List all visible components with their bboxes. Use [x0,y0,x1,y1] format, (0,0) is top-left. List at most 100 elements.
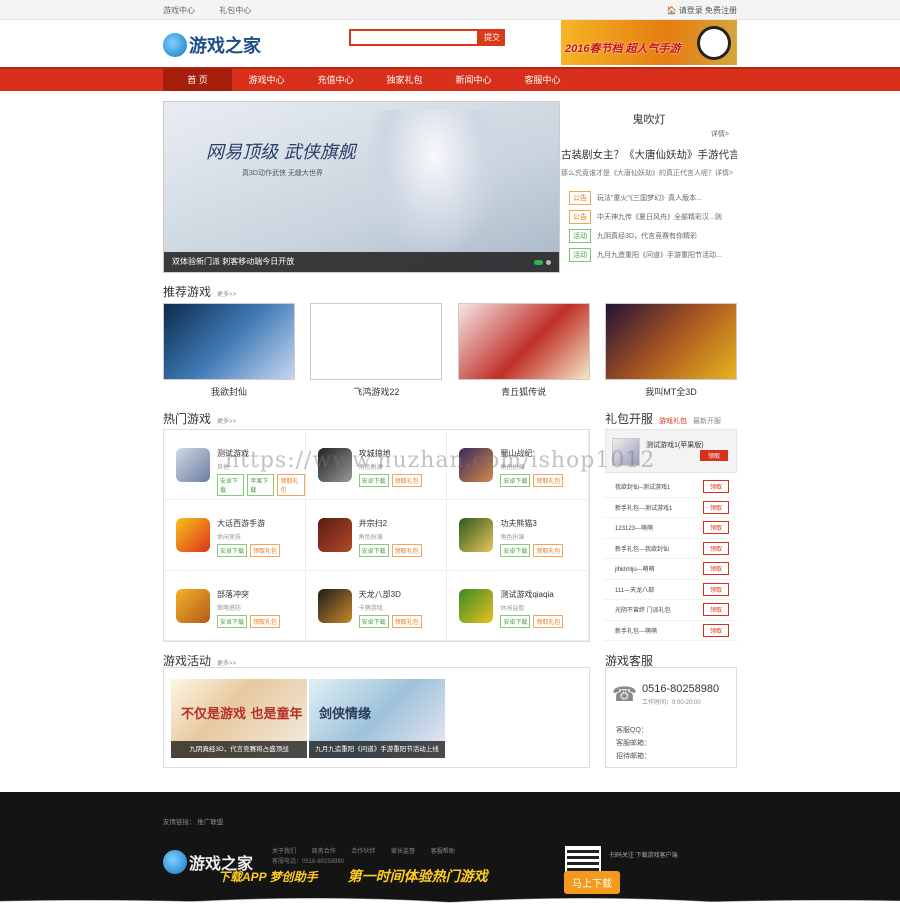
gift-item: 新手礼包---我欲封仙 领取 [605,539,737,559]
gift-item-name[interactable]: 我欲封仙--测试游戏1 [615,482,670,491]
game-icon[interactable] [459,518,494,553]
gift-claim-button[interactable]: 领取 [702,582,729,596]
game-icon[interactable] [317,588,352,623]
gift-item: 新手礼包---萌萌 领取 [605,621,737,641]
hot-more-link[interactable]: 更多>> [217,419,236,425]
gift-item-name[interactable]: 111---天龙八部 [615,585,654,594]
android-download-button[interactable]: 安卓下载 [500,474,531,487]
recommend-card[interactable]: 我欲封仙 [163,303,295,398]
android-download-button[interactable]: 安卓下载 [500,544,531,558]
gift-button[interactable]: 领取礼包 [250,614,281,628]
nav-home[interactable]: 首 页 [163,69,232,91]
news-item[interactable]: 活动 九月九造重阳《问道》手游重阳节活动... [569,245,737,264]
news-more-link[interactable]: 详情> [711,129,729,139]
recommend-card[interactable]: 青丘狐传说 [457,303,590,398]
game-name[interactable]: 测试游戏qiaqia [500,589,588,600]
feature-slider[interactable]: 网易顶级 武侠旗舰 真3D动作武侠 无缝大世界 双体验新门派 刺客移动端今日开放 [163,101,560,273]
android-download-button[interactable]: 安卓下载 [358,474,389,487]
gift-claim-button[interactable]: 领取 [702,521,729,535]
activity-caption: 九阴真经3D，代言竞赛将占盛顶战 [171,741,307,758]
gift-item-name[interactable]: 新手礼包---测试游戏1 [615,503,672,512]
slider-dots[interactable] [534,260,551,265]
topbar-link-gifts[interactable]: 礼包中心 [219,6,251,15]
gift-item-name[interactable]: jlhkhhljo---萌萌 [615,564,655,573]
gift-button[interactable]: 领取礼包 [533,544,564,558]
nav-news[interactable]: 新闻中心 [439,69,508,91]
game-name[interactable]: 功夫熊猫3 [500,518,588,529]
gift-item-name[interactable]: 光阴不曾终 门派礼包 [615,605,671,614]
search-button[interactable]: 提交 [479,29,505,46]
nav-game-center[interactable]: 游戏中心 [232,69,301,91]
gift-claim-button[interactable]: 领取 [702,562,729,576]
slider-dot-active[interactable] [534,260,543,265]
news-text: 九月九造重阳《问道》手游重阳节活动... [597,251,722,259]
tab-game-gifts[interactable]: 游戏礼包 [659,418,687,425]
gift-claim-button[interactable]: 领取 [702,623,729,637]
gift-button[interactable]: 领取礼包 [391,474,422,487]
top-ad-banner[interactable]: 2016春节档 超人气手游 [561,20,737,65]
gift-claim-button[interactable]: 领取 [702,480,729,494]
gift-item-name[interactable]: 123123---萌萌 [615,523,653,532]
service-title: 游戏客服 [605,654,654,668]
android-download-button[interactable]: 安卓下载 [217,614,248,628]
game-icon[interactable] [459,588,494,623]
recommend-more-link[interactable]: 更多>> [217,292,236,298]
ios-download-button[interactable]: 苹果下载 [247,474,275,496]
gift-button[interactable]: 领取礼包 [533,474,564,487]
android-download-button[interactable]: 安卓下载 [217,544,248,558]
news-item[interactable]: 公告 玩法“重火”《三国梦幻》真人版本... [569,188,737,207]
hot-game-item: 大话西游手游 休闲竞技 安卓下载 领取礼包 [164,500,306,571]
nav-gifts[interactable]: 独家礼包 [370,69,439,91]
gift-claim-button[interactable]: 领取 [699,450,728,461]
footer-link[interactable]: 家长监督 [391,849,415,855]
game-icon[interactable] [317,518,352,553]
recommend-card[interactable]: 我叫MT全3D [604,303,737,398]
topbar-link-games[interactable]: 游戏中心 [163,6,195,15]
gift-button[interactable]: 领取礼包 [250,544,281,558]
search-input[interactable] [349,29,479,46]
gift-claim-button[interactable]: 领取 [702,603,729,617]
news-headline[interactable]: 古装剧女主？《大唐仙妖劫》手游代言人... [561,147,737,162]
activity-title: 游戏活动 [163,654,212,668]
gift-button[interactable]: 领取礼包 [277,474,305,496]
footer-link[interactable]: 商务合作 [312,849,336,855]
footer-link[interactable]: 关于我们 [272,849,296,855]
footer-link[interactable]: 客服帮助 [431,849,455,855]
recommend-card[interactable]: 飞鸿游戏22 [310,303,443,398]
news-item[interactable]: 公告 中天神九传《夏日风舟》全部精彩汉...则 [569,207,737,226]
tab-new-servers[interactable]: 最新开服 [693,418,721,425]
game-icon[interactable] [176,448,210,482]
hot-heading: 热门游戏 更多>> [163,410,236,427]
friend-links[interactable]: 友情链接： 推广联盟 [163,816,223,826]
game-name[interactable]: 部落冲突 [217,589,305,600]
game-name[interactable]: 大话西游手游 [217,518,305,529]
login-register-link[interactable]: 🏠 请登录 免费注册 [667,5,737,16]
android-download-button[interactable]: 安卓下载 [358,544,389,558]
game-icon[interactable] [176,518,210,553]
gift-button[interactable]: 领取礼包 [533,614,564,628]
nav-recharge[interactable]: 充值中心 [301,69,370,91]
download-now-button[interactable]: 马上下载 [564,871,620,894]
slider-dot[interactable] [546,260,551,265]
recommend-heading: 推荐游戏 更多>> [163,283,236,300]
android-download-button[interactable]: 安卓下载 [500,614,531,628]
activity-card[interactable]: 不仅是游戏 也是童年 九阴真经3D，代言竞赛将占盛顶战 [171,679,307,758]
gift-item-name[interactable]: 新手礼包---我欲封仙 [615,544,669,553]
gift-button[interactable]: 领取礼包 [391,544,422,558]
game-icon[interactable] [176,588,210,623]
footer-link[interactable]: 合作伙伴 [351,849,375,855]
android-download-button[interactable]: 安卓下载 [358,614,389,628]
nav-service[interactable]: 客服中心 [508,69,577,91]
activity-card[interactable]: 剑侠情缘 九月九造重阳《问道》手游重阳节活动上线 [309,679,445,758]
game-cover-image [604,303,737,380]
logo-swirl-icon [163,33,187,57]
gift-claim-button[interactable]: 领取 [702,500,729,514]
gift-item-name[interactable]: 新手礼包---萌萌 [615,626,657,635]
game-name[interactable]: 井宗扫2 [359,518,447,529]
android-download-button[interactable]: 安卓下载 [217,474,245,496]
site-logo[interactable]: 游戏之家 [163,32,261,58]
news-item[interactable]: 活动 九阴真经3D，代言竞赛有你精彩 [569,226,737,245]
gift-claim-button[interactable]: 领取 [702,541,729,555]
gift-button[interactable]: 领取礼包 [391,614,422,628]
game-name[interactable]: 天龙八部3D [359,589,447,600]
